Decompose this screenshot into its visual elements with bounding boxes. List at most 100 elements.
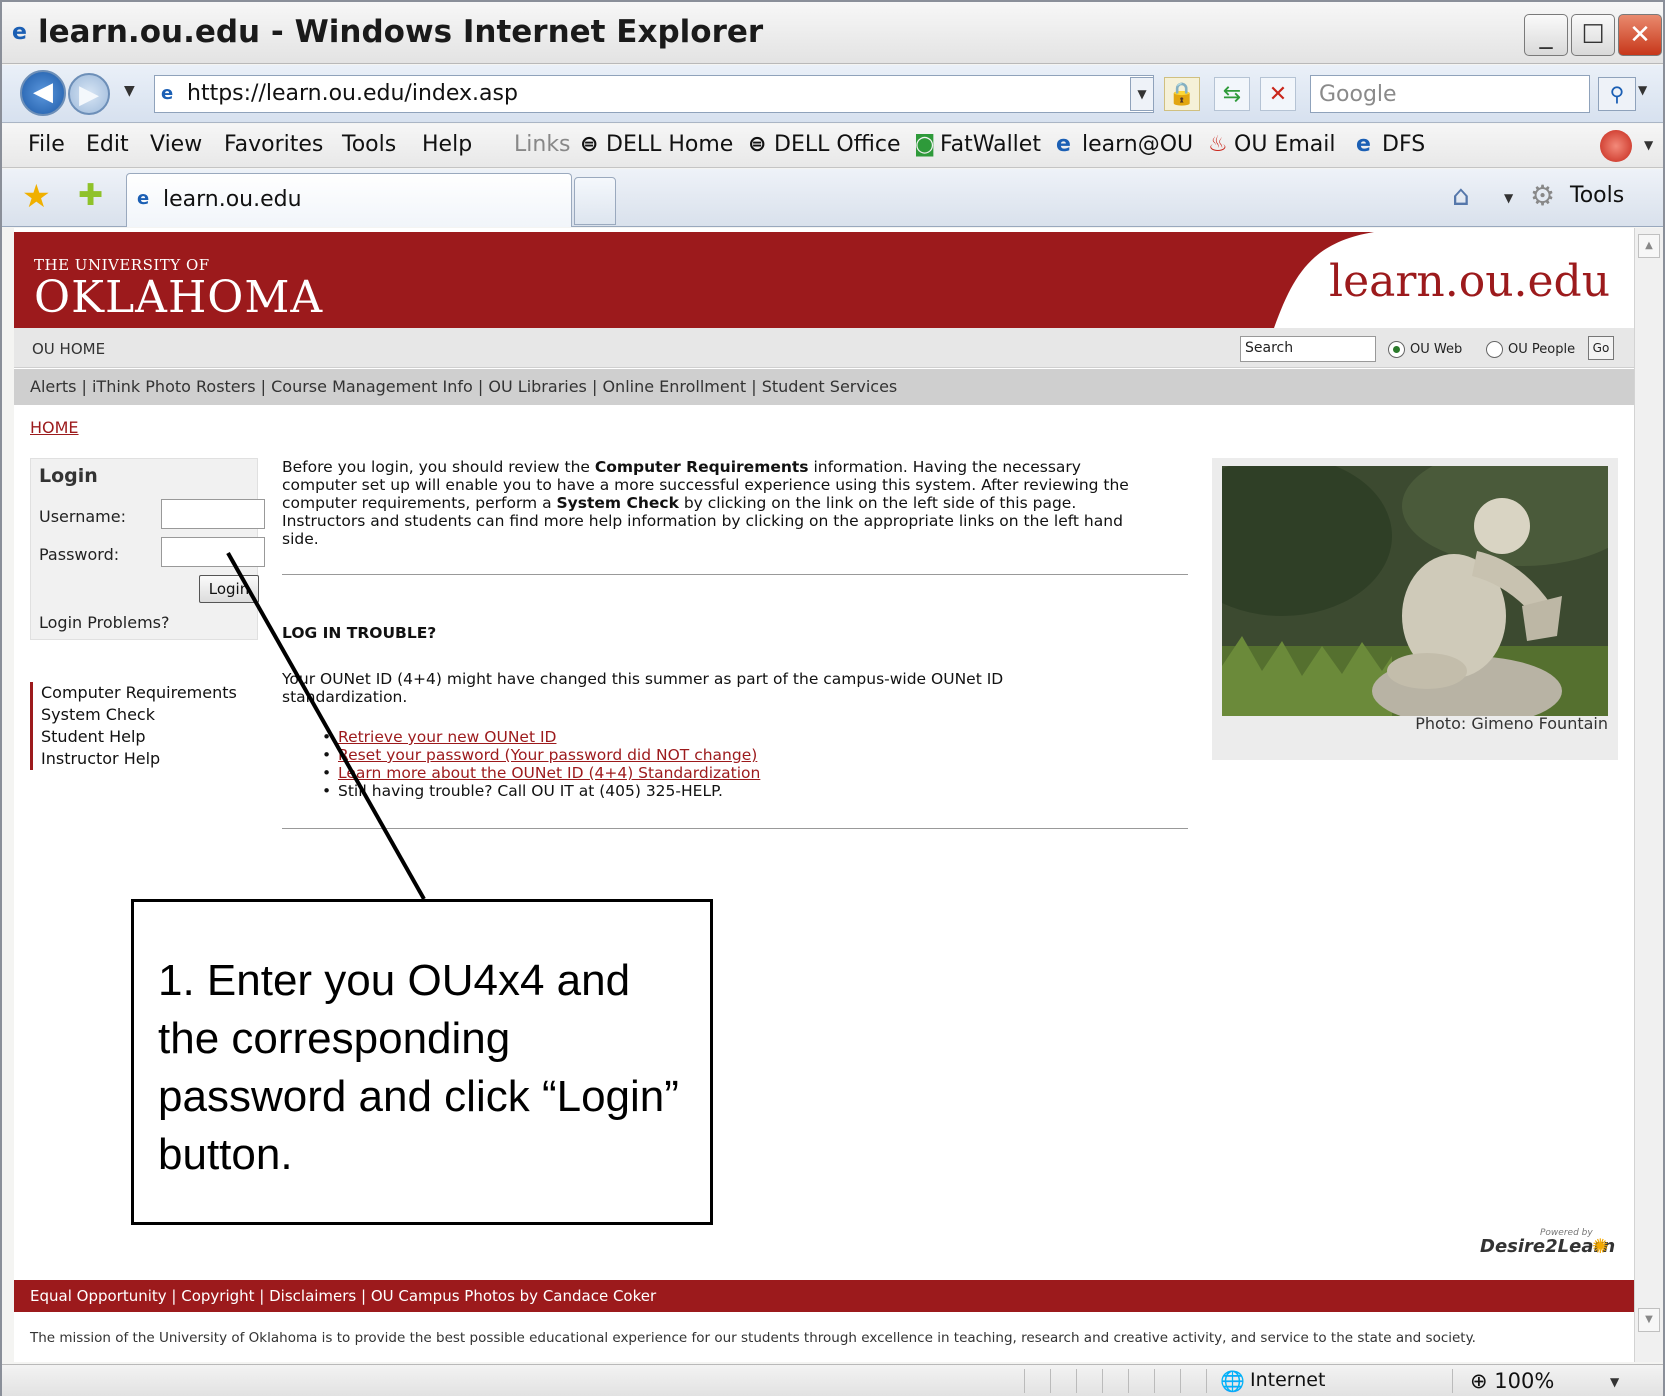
quick-links[interactable]: Alerts | iThink Photo Rosters | Course M… xyxy=(30,377,897,396)
link-label: OU Email xyxy=(1234,132,1336,157)
intro-bold: System Check xyxy=(556,494,679,512)
ie-page-icon: e xyxy=(1356,132,1371,157)
fatwallet-icon: ◙ xyxy=(914,132,936,157)
link-dell-home[interactable]: ⊜ DELL Home xyxy=(580,132,733,157)
history-dropdown-icon[interactable]: ▼ xyxy=(124,83,135,99)
pdf-dropdown-icon[interactable]: ▼ xyxy=(1644,138,1653,152)
tab-learn-ou-edu[interactable]: e learn.ou.edu xyxy=(126,173,572,227)
ou-home-link[interactable]: OU HOME xyxy=(32,340,105,358)
menu-file[interactable]: File xyxy=(28,132,65,157)
search-input[interactable]: Google xyxy=(1310,75,1590,113)
photo-panel: Photo: Gimeno Fountain xyxy=(1212,458,1618,760)
home-icon[interactable]: ⌂ xyxy=(1452,179,1470,212)
list-item: Reset your password (Your password did N… xyxy=(322,746,1142,764)
footer-links[interactable]: Equal Opportunity | Copyright | Disclaim… xyxy=(30,1287,656,1305)
breadcrumb-home[interactable]: HOME xyxy=(30,418,79,437)
quick-links-bar: Alerts | iThink Photo Rosters | Course M… xyxy=(14,369,1634,405)
fountain-photo xyxy=(1222,466,1608,716)
scroll-up-button[interactable]: ▲ xyxy=(1638,234,1660,258)
radio-ou-people-label: OU People xyxy=(1508,342,1576,357)
minimize-button[interactable]: _ xyxy=(1524,14,1568,56)
nav-instructor-help[interactable]: Instructor Help xyxy=(41,748,250,770)
login-problems-link[interactable]: Login Problems? xyxy=(39,613,170,632)
status-divider xyxy=(1128,1369,1129,1393)
site-search-input[interactable]: Search xyxy=(1240,336,1376,362)
password-input[interactable] xyxy=(161,537,265,567)
radio-ou-web[interactable] xyxy=(1388,341,1405,358)
ie-page-icon: e xyxy=(1056,132,1071,157)
status-divider xyxy=(1050,1369,1051,1393)
search-placeholder: Google xyxy=(1319,82,1397,107)
link-fatwallet[interactable]: ◙ FatWallet xyxy=(914,132,1041,157)
nav-student-help[interactable]: Student Help xyxy=(41,726,250,748)
reset-password-link[interactable]: Reset your password (Your password did N… xyxy=(338,746,757,764)
nav-computer-requirements[interactable]: Computer Requirements xyxy=(41,682,250,704)
zoom-dropdown-icon[interactable]: ▼ xyxy=(1610,1375,1619,1389)
divider xyxy=(282,828,1188,829)
java-icon: ♨ xyxy=(1208,132,1228,157)
status-divider xyxy=(1154,1369,1155,1393)
address-field[interactable]: e https://learn.ou.edu/index.asp xyxy=(154,75,1154,113)
link-label: DELL Office xyxy=(774,132,901,157)
page-icon: e xyxy=(161,83,174,104)
go-button[interactable]: Go xyxy=(1588,336,1614,360)
link-dell-office[interactable]: ⊜ DELL Office xyxy=(748,132,901,157)
refresh-icon[interactable]: ⇆ xyxy=(1214,77,1250,111)
tools-menu[interactable]: Tools xyxy=(1570,183,1624,208)
retrieve-id-link[interactable]: Retrieve your new OUNet ID xyxy=(338,728,556,746)
search-icon[interactable]: ⚲ xyxy=(1598,77,1636,111)
link-ou-email[interactable]: ♨ OU Email xyxy=(1208,132,1335,157)
link-label: DFS xyxy=(1382,132,1426,157)
ou-logo[interactable]: OKLAHOMA xyxy=(34,272,323,323)
back-button[interactable]: ◀ xyxy=(20,70,66,116)
username-input[interactable] xyxy=(161,499,265,529)
favorites-star-icon[interactable]: ★ xyxy=(22,179,51,213)
ie-page-icon: e xyxy=(137,188,150,209)
status-divider xyxy=(1452,1369,1453,1393)
menu-help[interactable]: Help xyxy=(422,132,472,157)
pdf-icon[interactable] xyxy=(1600,130,1632,162)
divider xyxy=(282,574,1188,575)
security-zone: Internet xyxy=(1250,1369,1326,1391)
close-button[interactable]: ✕ xyxy=(1618,14,1662,56)
login-button[interactable]: Login xyxy=(199,575,259,603)
add-favorite-icon[interactable]: ✚ xyxy=(78,179,103,213)
status-divider xyxy=(1206,1369,1207,1393)
dell-icon: ⊜ xyxy=(748,132,767,157)
link-learn-at-ou[interactable]: e learn@OU xyxy=(1056,132,1193,157)
vertical-scrollbar[interactable]: ▲ ▼ xyxy=(1634,228,1663,1362)
lock-icon[interactable]: 🔒 xyxy=(1164,77,1200,111)
menu-tools[interactable]: Tools xyxy=(342,132,396,157)
instruction-callout: 1. Enter you OU4x4 and the corresponding… xyxy=(131,899,713,1225)
status-bar: 🌐 Internet ⊕ 100% ▼ xyxy=(2,1364,1663,1396)
gear-icon[interactable]: ⚙ xyxy=(1530,179,1555,212)
radio-ou-people[interactable] xyxy=(1486,341,1503,358)
status-divider xyxy=(1076,1369,1077,1393)
maximize-button[interactable]: ☐ xyxy=(1571,14,1615,56)
forward-button[interactable]: ▶ xyxy=(68,73,110,115)
search-options-dropdown-icon[interactable]: ▼ xyxy=(1638,83,1647,97)
window-title: learn.ou.edu - Windows Internet Explorer xyxy=(38,14,764,50)
menu-favorites[interactable]: Favorites xyxy=(224,132,323,157)
zoom-level[interactable]: ⊕ 100% xyxy=(1470,1369,1554,1393)
scroll-down-button[interactable]: ▼ xyxy=(1638,1308,1660,1332)
menu-edit[interactable]: Edit xyxy=(86,132,129,157)
home-dropdown-icon[interactable]: ▼ xyxy=(1504,191,1513,205)
link-dfs[interactable]: e DFS xyxy=(1356,132,1425,157)
stop-icon[interactable]: ✕ xyxy=(1260,77,1296,111)
link-label: FatWallet xyxy=(940,132,1041,157)
link-label: DELL Home xyxy=(606,132,734,157)
menu-view[interactable]: View xyxy=(150,132,202,157)
title-bar: e learn.ou.edu - Windows Internet Explor… xyxy=(2,2,1663,64)
ou-subnav: OU HOME Search OU Web OU People Go xyxy=(14,328,1634,368)
callout-text: 1. Enter you OU4x4 and the corresponding… xyxy=(158,956,679,1179)
nav-system-check[interactable]: System Check xyxy=(41,704,250,726)
list-item: Learn more about the OUNet ID (4+4) Stan… xyxy=(322,764,1142,782)
intro-paragraph: Before you login, you should review the … xyxy=(282,458,1152,548)
trouble-list: Retrieve your new OUNet ID Reset your pa… xyxy=(322,728,1142,800)
standardization-link[interactable]: Learn more about the OUNet ID (4+4) Stan… xyxy=(338,764,760,782)
address-dropdown-button[interactable]: ▼ xyxy=(1130,77,1154,111)
tab-label: learn.ou.edu xyxy=(163,187,302,212)
footer-bar: Equal Opportunity | Copyright | Disclaim… xyxy=(14,1280,1634,1312)
new-tab-button[interactable] xyxy=(574,177,616,225)
